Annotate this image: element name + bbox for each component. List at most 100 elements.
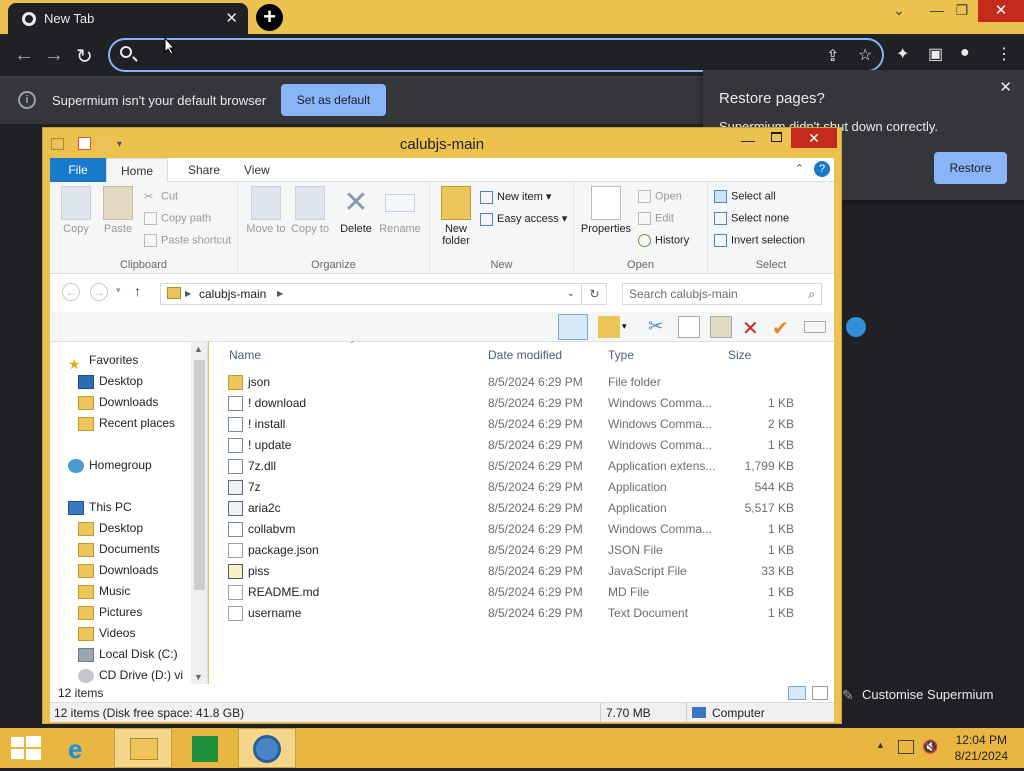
edit-button[interactable]: Edit xyxy=(638,212,674,225)
nav-scrollbar-thumb[interactable] xyxy=(194,360,205,590)
show-hidden-icons-icon[interactable]: ▲ xyxy=(876,740,885,750)
bookmark-star-icon[interactable]: ☆ xyxy=(858,45,872,65)
rename-button[interactable]: Rename xyxy=(378,186,422,235)
file-row[interactable]: 7z 8/5/2024 6:29 PM Application 544 KB xyxy=(209,477,834,498)
properties-button[interactable]: Properties xyxy=(576,186,636,235)
collapse-ribbon-icon[interactable]: ⌃ xyxy=(795,162,804,175)
file-row[interactable]: 7z.dll 8/5/2024 6:29 PM Application extens… xyxy=(209,456,834,477)
file-row[interactable]: username 8/5/2024 6:29 PM Text Document 1 K… xyxy=(209,603,834,624)
taskbar-store[interactable] xyxy=(176,728,234,768)
forward-nav-icon[interactable]: → xyxy=(90,283,108,301)
nav-pc-music[interactable]: Music xyxy=(78,581,130,602)
nav-fav-recent[interactable]: Recent places xyxy=(78,413,175,434)
cut-icon[interactable]: ✂ xyxy=(648,316,670,338)
column-size[interactable]: Size xyxy=(728,348,751,362)
set-default-button[interactable]: Set as default xyxy=(281,84,386,116)
volume-muted-icon[interactable]: 🔇 xyxy=(922,739,938,755)
forward-icon[interactable]: → xyxy=(44,44,64,67)
tab-view[interactable]: View xyxy=(230,158,284,182)
nav-pc-cd-drive[interactable]: CD Drive (D:) vi xyxy=(78,665,183,684)
address-dropdown-icon[interactable]: ⌄ xyxy=(567,284,575,304)
customise-button[interactable]: ✎ Customise Supermium xyxy=(838,680,1018,710)
menu-icon[interactable]: ⋮ xyxy=(996,44,1012,64)
tab-share[interactable]: Share xyxy=(174,158,234,182)
delete-icon[interactable]: ✕ xyxy=(742,316,764,340)
rename-icon[interactable] xyxy=(804,321,826,333)
explorer-titlebar[interactable]: ▾ calubjs-main — ✕ xyxy=(43,128,841,158)
reload-icon[interactable]: ↻ xyxy=(76,44,93,69)
history-button[interactable]: History xyxy=(638,234,689,247)
folder-options-icon[interactable] xyxy=(598,316,620,338)
nav-pc-videos[interactable]: Videos xyxy=(78,623,135,644)
taskbar-supermium[interactable] xyxy=(238,728,296,768)
copy-button[interactable]: Copy xyxy=(54,186,98,235)
nav-this-pc[interactable]: This PC xyxy=(68,497,132,518)
tab-home[interactable]: Home xyxy=(106,158,169,183)
column-name[interactable]: Name xyxy=(229,348,261,362)
browser-close-button[interactable]: ✕ xyxy=(978,0,1024,22)
preview-pane-icon[interactable] xyxy=(558,314,588,340)
scroll-down-icon[interactable]: ▼ xyxy=(194,672,203,682)
up-icon[interactable]: ↑ xyxy=(134,283,141,299)
scroll-up-icon[interactable]: ▲ xyxy=(194,344,203,354)
easy-access-button[interactable]: Easy access ▾ xyxy=(480,212,567,226)
new-folder-button[interactable]: New folder xyxy=(434,186,478,247)
restore-close-icon[interactable]: ✕ xyxy=(999,78,1012,96)
extensions-icon[interactable]: ✦ xyxy=(896,44,909,64)
search-input[interactable]: Search calubjs-main ⌕ xyxy=(622,283,822,305)
explorer-minimize-button[interactable]: — xyxy=(741,132,755,148)
nav-pc-desktop[interactable]: Desktop xyxy=(78,518,143,539)
recent-locations-icon[interactable]: ▾ xyxy=(116,285,121,296)
options-dropdown-icon[interactable]: ▾ xyxy=(622,321,632,343)
large-icons-view-icon[interactable] xyxy=(812,686,828,700)
file-row[interactable]: ! download 8/5/2024 6:29 PM Windows Comma.… xyxy=(209,393,834,414)
globe-icon[interactable] xyxy=(846,317,866,337)
nav-pc-downloads[interactable]: Downloads xyxy=(78,560,158,581)
cut-button[interactable]: ✂ Cut xyxy=(144,190,178,203)
help-icon[interactable]: ? xyxy=(814,161,830,177)
select-none-button[interactable]: Select none xyxy=(714,212,789,225)
tab-close-icon[interactable]: ✕ xyxy=(225,9,238,27)
checkmark-icon[interactable]: ✔ xyxy=(772,316,794,340)
breadcrumb-chevron-icon[interactable]: ▶ xyxy=(277,284,283,304)
file-row[interactable]: README.md 8/5/2024 6:29 PM MD File 1 KB xyxy=(209,582,834,603)
side-panel-icon[interactable]: ▣ xyxy=(928,44,943,64)
restore-button[interactable]: Restore xyxy=(934,152,1007,184)
back-nav-icon[interactable]: ← xyxy=(62,283,80,301)
nav-pc-documents[interactable]: Documents xyxy=(78,539,160,560)
select-all-button[interactable]: Select all xyxy=(714,190,776,203)
breadcrumb[interactable]: calubjs-main xyxy=(199,284,266,304)
share-icon[interactable]: ⇪ xyxy=(826,46,839,66)
file-row[interactable]: aria2c 8/5/2024 6:29 PM Application 5,517 K… xyxy=(209,498,834,519)
nav-pc-local-disk[interactable]: Local Disk (C:) xyxy=(78,644,178,665)
profile-icon[interactable]: ● xyxy=(960,44,970,62)
nav-homegroup[interactable]: Homegroup xyxy=(68,455,152,476)
taskbar-explorer[interactable] xyxy=(114,728,172,768)
file-row[interactable]: json 8/5/2024 6:29 PM File folder xyxy=(209,372,834,393)
start-button[interactable] xyxy=(0,728,58,768)
invert-selection-button[interactable]: Invert selection xyxy=(714,234,805,247)
copy-path-button[interactable]: Copy path xyxy=(144,212,211,225)
delete-button[interactable]: ✕ Delete xyxy=(334,186,378,235)
copy-to-button[interactable]: Copy to xyxy=(288,186,332,235)
tab-file[interactable]: File xyxy=(50,158,106,182)
file-row[interactable]: package.json 8/5/2024 6:29 PM JSON File 1 K… xyxy=(209,540,834,561)
copy-icon[interactable] xyxy=(678,316,700,338)
paste-button[interactable]: Paste xyxy=(96,186,140,235)
nav-fav-downloads[interactable]: Downloads xyxy=(78,392,158,413)
nav-favorites[interactable]: ★ Favorites xyxy=(68,350,138,372)
tab-search-icon[interactable]: ⌄ xyxy=(884,2,914,19)
new-item-button[interactable]: New item ▾ xyxy=(480,190,551,204)
file-row[interactable]: ! install 8/5/2024 6:29 PM Windows Comma..… xyxy=(209,414,834,435)
column-type[interactable]: Type xyxy=(608,348,634,362)
file-row[interactable]: piss 8/5/2024 6:29 PM JavaScript File 33 KB xyxy=(209,561,834,582)
file-row[interactable]: collabvm 8/5/2024 6:29 PM Windows Comma...… xyxy=(209,519,834,540)
network-icon[interactable] xyxy=(898,740,914,754)
new-tab-button[interactable]: + xyxy=(256,4,283,31)
open-button[interactable]: Open xyxy=(638,190,682,203)
file-row[interactable]: ! update 8/5/2024 6:29 PM Windows Comma...… xyxy=(209,435,834,456)
nav-fav-desktop[interactable]: Desktop xyxy=(78,371,143,392)
omnibox[interactable]: ⇪ ☆ xyxy=(108,38,884,72)
nav-pc-pictures[interactable]: Pictures xyxy=(78,602,142,623)
column-date[interactable]: Date modified xyxy=(488,348,562,362)
